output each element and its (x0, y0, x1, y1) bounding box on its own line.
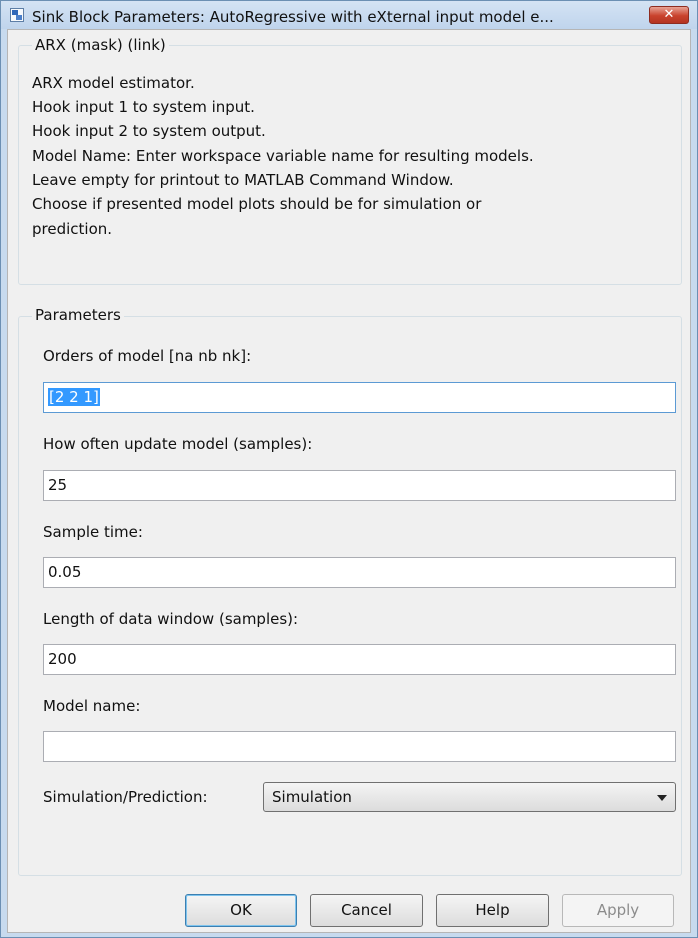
description-line: Hook input 1 to system input. (32, 98, 255, 116)
sim-pred-dropdown[interactable]: Simulation (263, 782, 676, 812)
dialog-content: ARX (mask) (link) ARX model estimator. H… (7, 29, 691, 933)
model-name-field[interactable] (43, 731, 676, 762)
mask-group-title: ARX (mask) (link) (32, 36, 169, 54)
description-line: ARX model estimator. (32, 74, 195, 92)
data-window-label: Length of data window (samples): (43, 610, 299, 628)
title-bar[interactable]: Sink Block Parameters: AutoRegressive wi… (1, 1, 697, 29)
update-interval-label: How often update model (samples): (43, 435, 313, 453)
close-button[interactable]: ✕ (649, 6, 689, 24)
simulink-block-icon (10, 8, 24, 22)
window-title: Sink Block Parameters: AutoRegressive wi… (32, 8, 554, 26)
help-button[interactable]: Help (436, 894, 549, 927)
orders-label: Orders of model [na nb nk]: (43, 347, 252, 365)
description-line: Choose if presented model plots should b… (32, 195, 482, 213)
sim-pred-label: Simulation/Prediction: (43, 788, 208, 806)
apply-button[interactable]: Apply (562, 894, 674, 927)
cancel-button[interactable]: Cancel (310, 894, 423, 927)
dialog-window: Sink Block Parameters: AutoRegressive wi… (0, 0, 698, 938)
description-line: prediction. (32, 220, 113, 238)
sim-pred-selected: Simulation (272, 788, 352, 806)
sample-time-field[interactable]: 0.05 (43, 557, 676, 588)
orders-field[interactable]: [2 2 1] (43, 382, 676, 413)
parameters-group-title: Parameters (32, 306, 124, 324)
description-line: Leave empty for printout to MATLAB Comma… (32, 171, 454, 189)
orders-value: [2 2 1] (48, 388, 100, 406)
model-name-label: Model name: (43, 697, 141, 715)
update-interval-field[interactable]: 25 (43, 470, 676, 501)
sample-time-label: Sample time: (43, 523, 143, 541)
close-icon: ✕ (663, 7, 675, 22)
description-line: Model Name: Enter workspace variable nam… (32, 147, 534, 165)
data-window-field[interactable]: 200 (43, 644, 676, 675)
ok-button[interactable]: OK (185, 894, 297, 927)
chevron-down-icon (657, 795, 667, 801)
description-line: Hook input 2 to system output. (32, 122, 266, 140)
